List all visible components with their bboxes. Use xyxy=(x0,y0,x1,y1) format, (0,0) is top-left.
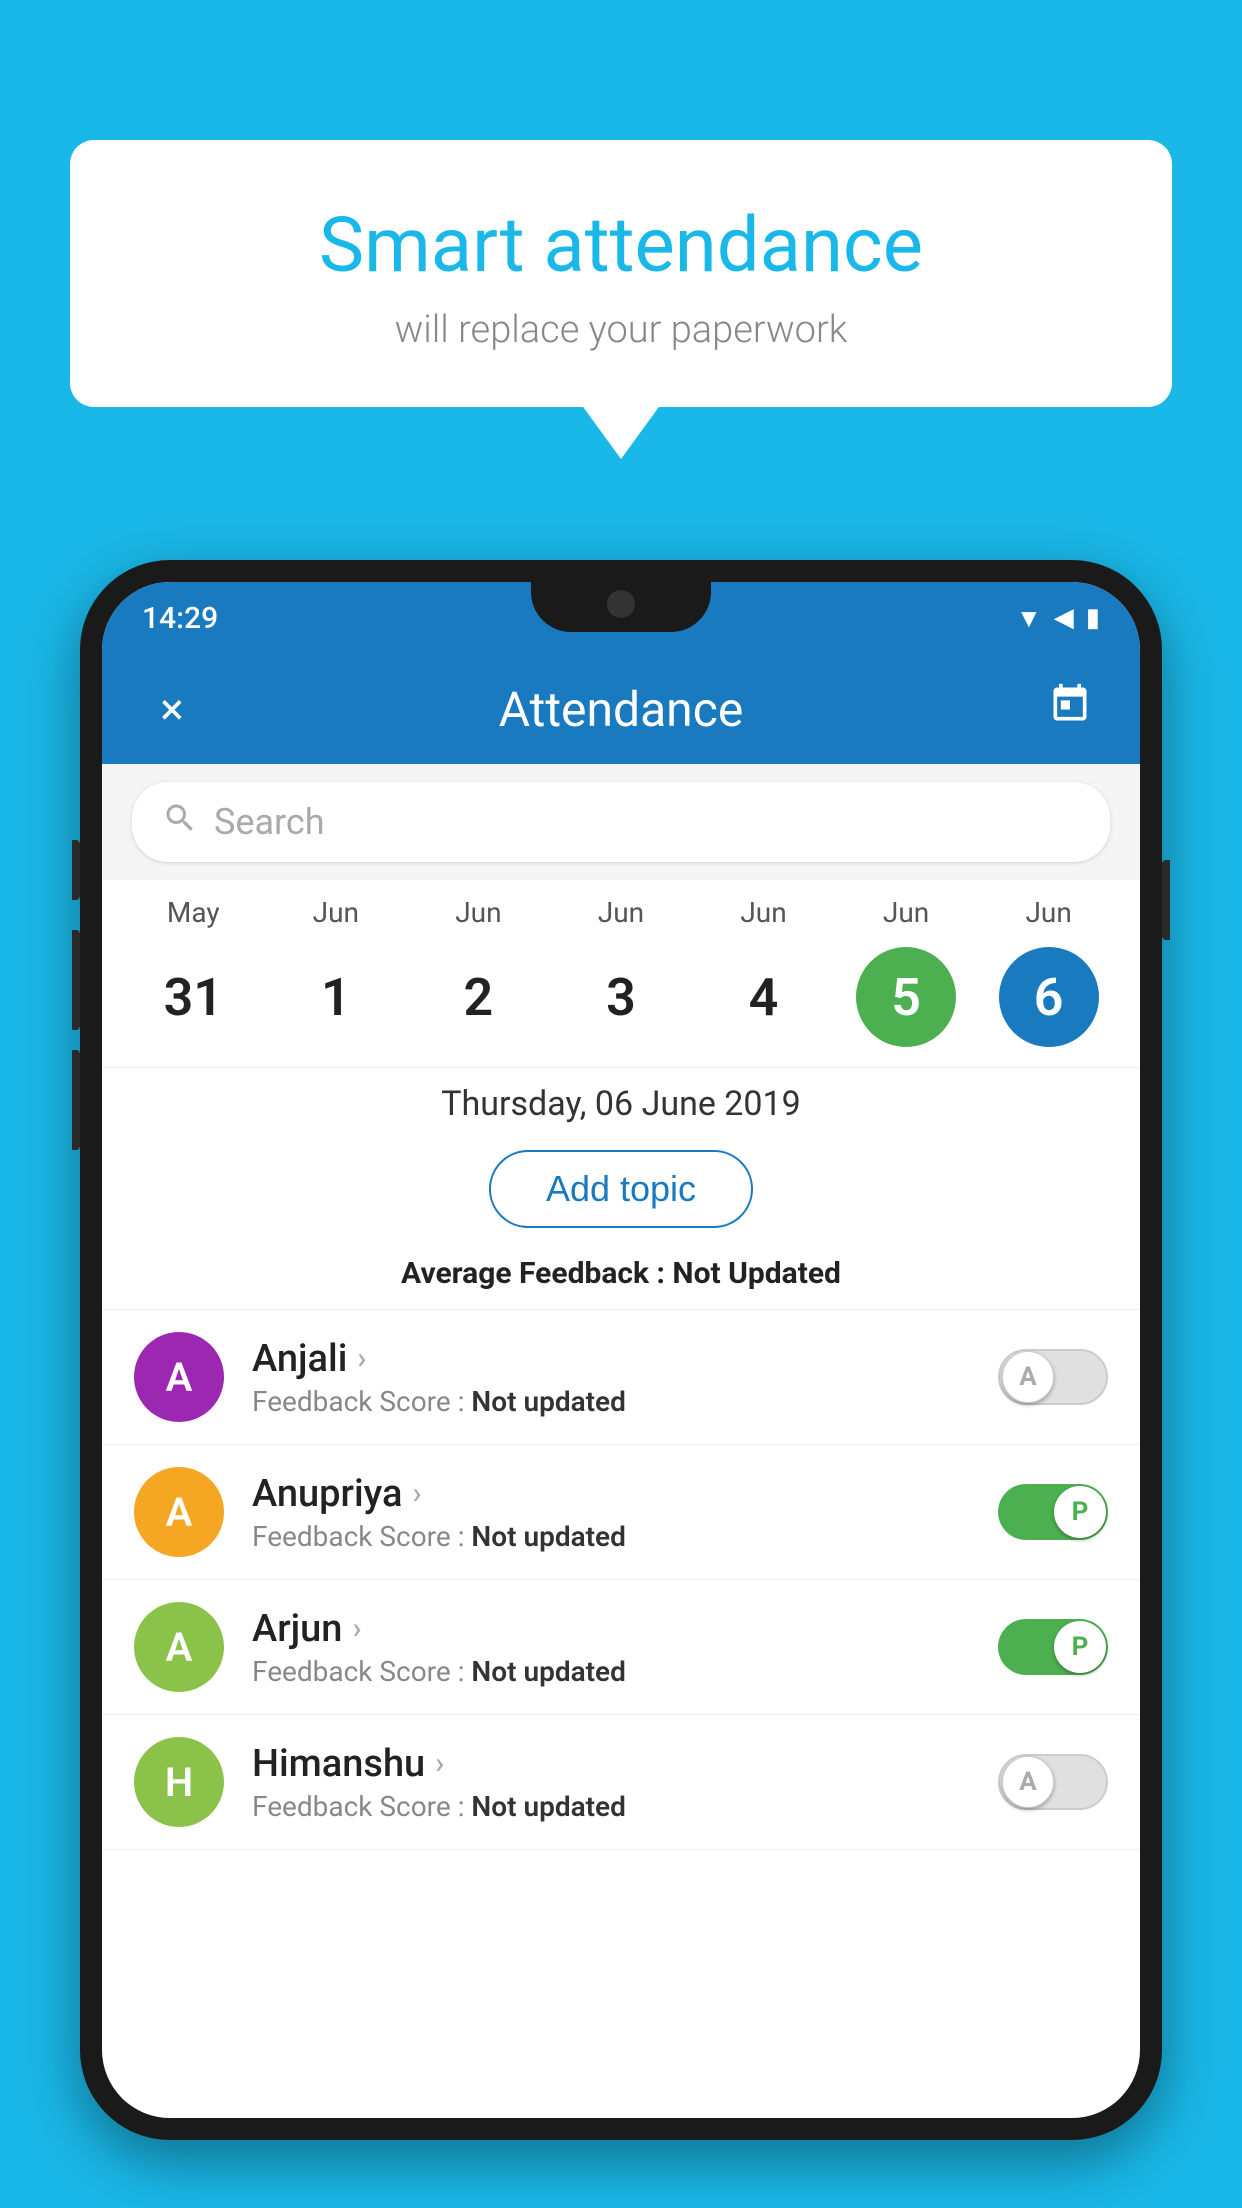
chevron-icon: › xyxy=(357,1341,366,1376)
cal-date-4: 4 xyxy=(714,947,814,1047)
cal-date-cell-3[interactable]: 3 xyxy=(551,947,691,1047)
cal-date-cell-1[interactable]: 1 xyxy=(266,947,406,1047)
signal-icon: ◀ xyxy=(1054,603,1074,633)
search-icon xyxy=(162,800,198,845)
attendance-toggle[interactable]: A xyxy=(998,1754,1108,1810)
phone-button-left2 xyxy=(72,930,80,1030)
app-bar-title: Attendance xyxy=(499,681,744,738)
selected-date-label: Thursday, 06 June 2019 xyxy=(102,1067,1140,1134)
cal-date-cell-0[interactable]: 31 xyxy=(123,947,263,1047)
close-button[interactable]: × xyxy=(142,683,202,735)
student-name: Arjun › xyxy=(252,1607,998,1651)
student-info: Himanshu › Feedback Score : Not updated xyxy=(252,1742,998,1823)
toggle-knob: P xyxy=(1054,1486,1106,1538)
month-label-0: May xyxy=(167,896,220,929)
chevron-icon: › xyxy=(352,1611,361,1646)
avatar: A xyxy=(134,1332,224,1422)
phone-button-left3 xyxy=(72,1050,80,1150)
month-label-6: Jun xyxy=(1025,896,1071,929)
student-list: A Anjali › Feedback Score : Not updated … xyxy=(102,1310,1140,1850)
student-name: Anupriya › xyxy=(252,1472,998,1516)
attendance-toggle-container: P xyxy=(998,1619,1108,1675)
calendar-strip: May Jun Jun Jun Jun Jun Jun 31 123456 xyxy=(102,880,1140,1067)
toggle-knob: P xyxy=(1054,1621,1106,1673)
student-item[interactable]: A Arjun › Feedback Score : Not updated P xyxy=(102,1580,1140,1715)
cal-date-1: 1 xyxy=(286,947,386,1047)
cal-date-0: 31 xyxy=(143,947,243,1047)
cal-month-1[interactable]: Jun xyxy=(266,896,406,937)
search-bar[interactable]: Search xyxy=(132,782,1110,862)
attendance-toggle[interactable]: A xyxy=(998,1349,1108,1405)
attendance-toggle-container: A xyxy=(998,1349,1108,1405)
student-name: Himanshu › xyxy=(252,1742,998,1786)
phone-camera xyxy=(607,590,635,618)
search-placeholder: Search xyxy=(214,801,325,843)
phone-wrapper: 14:29 ▼ ◀ ▮ × Attendance xyxy=(80,560,1162,2208)
calendar-dates-row: 31 123456 xyxy=(122,947,1120,1047)
add-topic-button[interactable]: Add topic xyxy=(489,1150,753,1228)
cal-month-0[interactable]: May xyxy=(123,896,263,937)
cal-date-cell-5[interactable]: 5 xyxy=(836,947,976,1047)
student-info: Arjun › Feedback Score : Not updated xyxy=(252,1607,998,1688)
student-item[interactable]: A Anupriya › Feedback Score : Not update… xyxy=(102,1445,1140,1580)
status-time: 14:29 xyxy=(142,601,218,636)
cal-date-5: 5 xyxy=(856,947,956,1047)
phone: 14:29 ▼ ◀ ▮ × Attendance xyxy=(80,560,1162,2140)
avatar: H xyxy=(134,1737,224,1827)
attendance-toggle-container: P xyxy=(998,1484,1108,1540)
feedback-score: Feedback Score : Not updated xyxy=(252,1790,998,1823)
student-item[interactable]: A Anjali › Feedback Score : Not updated … xyxy=(102,1310,1140,1445)
calendar-button[interactable] xyxy=(1040,682,1100,737)
month-label-3: Jun xyxy=(598,896,644,929)
status-icons: ▼ ◀ ▮ xyxy=(1016,603,1100,634)
speech-bubble-title: Smart attendance xyxy=(140,200,1102,290)
avg-feedback-value: Not Updated xyxy=(672,1256,841,1291)
cal-month-5[interactable]: Jun xyxy=(836,896,976,937)
speech-bubble-container: Smart attendance will replace your paper… xyxy=(70,140,1172,407)
phone-button-right xyxy=(1162,860,1170,940)
month-label-1: Jun xyxy=(313,896,359,929)
toggle-knob: A xyxy=(1002,1756,1054,1808)
cal-month-6[interactable]: Jun xyxy=(979,896,1119,937)
month-label-5: Jun xyxy=(883,896,929,929)
chevron-icon: › xyxy=(435,1746,444,1781)
average-feedback: Average Feedback : Not Updated xyxy=(102,1248,1140,1310)
speech-bubble: Smart attendance will replace your paper… xyxy=(70,140,1172,407)
speech-bubble-subtitle: will replace your paperwork xyxy=(140,308,1102,352)
chevron-icon: › xyxy=(412,1476,421,1511)
student-item[interactable]: H Himanshu › Feedback Score : Not update… xyxy=(102,1715,1140,1850)
cal-date-cell-6[interactable]: 6 xyxy=(979,947,1119,1047)
student-name: Anjali › xyxy=(252,1337,998,1381)
feedback-score: Feedback Score : Not updated xyxy=(252,1520,998,1553)
month-label-2: Jun xyxy=(455,896,501,929)
wifi-icon: ▼ xyxy=(1016,603,1042,634)
attendance-toggle[interactable]: P xyxy=(998,1484,1108,1540)
battery-icon: ▮ xyxy=(1086,603,1100,633)
calendar-months-row: May Jun Jun Jun Jun Jun Jun xyxy=(122,896,1120,937)
avatar: A xyxy=(134,1602,224,1692)
cal-month-3[interactable]: Jun xyxy=(551,896,691,937)
phone-screen: 14:29 ▼ ◀ ▮ × Attendance xyxy=(102,582,1140,2118)
attendance-toggle-container: A xyxy=(998,1754,1108,1810)
cal-date-2: 2 xyxy=(428,947,528,1047)
cal-date-6: 6 xyxy=(999,947,1099,1047)
student-info: Anupriya › Feedback Score : Not updated xyxy=(252,1472,998,1553)
cal-date-cell-4[interactable]: 4 xyxy=(694,947,834,1047)
attendance-toggle[interactable]: P xyxy=(998,1619,1108,1675)
add-topic-container: Add topic xyxy=(102,1134,1140,1248)
feedback-score: Feedback Score : Not updated xyxy=(252,1655,998,1688)
cal-month-4[interactable]: Jun xyxy=(694,896,834,937)
month-label-4: Jun xyxy=(740,896,786,929)
phone-button-left1 xyxy=(72,840,80,900)
student-info: Anjali › Feedback Score : Not updated xyxy=(252,1337,998,1418)
feedback-score: Feedback Score : Not updated xyxy=(252,1385,998,1418)
toggle-knob: A xyxy=(1002,1351,1054,1403)
avatar: A xyxy=(134,1467,224,1557)
avg-feedback-label: Average Feedback : xyxy=(401,1256,672,1291)
cal-month-2[interactable]: Jun xyxy=(408,896,548,937)
search-container: Search xyxy=(102,764,1140,880)
cal-date-cell-2[interactable]: 2 xyxy=(408,947,548,1047)
cal-date-3: 3 xyxy=(571,947,671,1047)
app-bar: × Attendance xyxy=(102,654,1140,764)
